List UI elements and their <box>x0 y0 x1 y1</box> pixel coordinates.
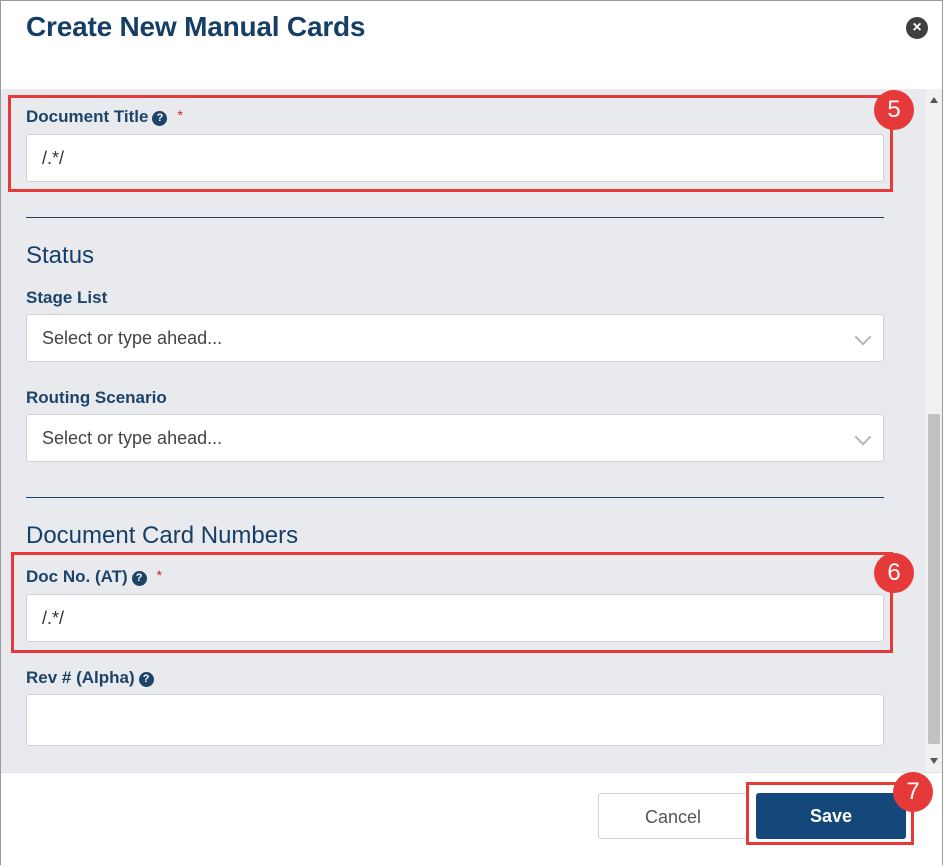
rev-label: Rev # (Alpha)? <box>26 668 154 688</box>
highlight-box-save <box>746 782 914 845</box>
status-heading: Status <box>26 242 95 269</box>
scroll-down-icon[interactable] <box>930 758 938 764</box>
stage-list-label: Stage List <box>26 288 108 307</box>
section-divider <box>26 497 884 498</box>
close-icon[interactable]: × <box>906 17 928 39</box>
highlight-box-document-title <box>8 95 893 192</box>
help-icon[interactable]: ? <box>138 672 154 687</box>
cancel-button[interactable]: Cancel <box>598 793 748 839</box>
routing-scenario-placeholder: Select or type ahead... <box>42 428 223 448</box>
step-badge-7: 7 <box>893 772 933 812</box>
chevron-down-icon <box>854 428 872 446</box>
highlight-box-doc-no <box>11 552 893 653</box>
doc-card-numbers-heading: Document Card Numbers <box>26 522 299 549</box>
dialog-title: Create New Manual Cards <box>26 11 366 42</box>
stage-list-select[interactable]: Select or type ahead... <box>26 314 884 362</box>
vertical-scrollbar[interactable] <box>926 89 942 772</box>
rev-input[interactable] <box>26 694 884 746</box>
step-badge-5: 5 <box>874 90 914 130</box>
stage-list-placeholder: Select or type ahead... <box>42 328 223 348</box>
scrollbar-thumb[interactable] <box>928 414 940 744</box>
routing-scenario-select[interactable]: Select or type ahead... <box>26 414 884 462</box>
scroll-up-icon[interactable] <box>930 97 938 103</box>
section-divider <box>26 217 884 218</box>
dialog-header: Create New Manual Cards × <box>1 1 942 89</box>
step-badge-6: 6 <box>874 553 914 593</box>
routing-scenario-label: Routing Scenario <box>26 388 167 407</box>
rev-label-text: Rev # (Alpha) <box>26 668 135 687</box>
chevron-down-icon <box>854 328 872 346</box>
